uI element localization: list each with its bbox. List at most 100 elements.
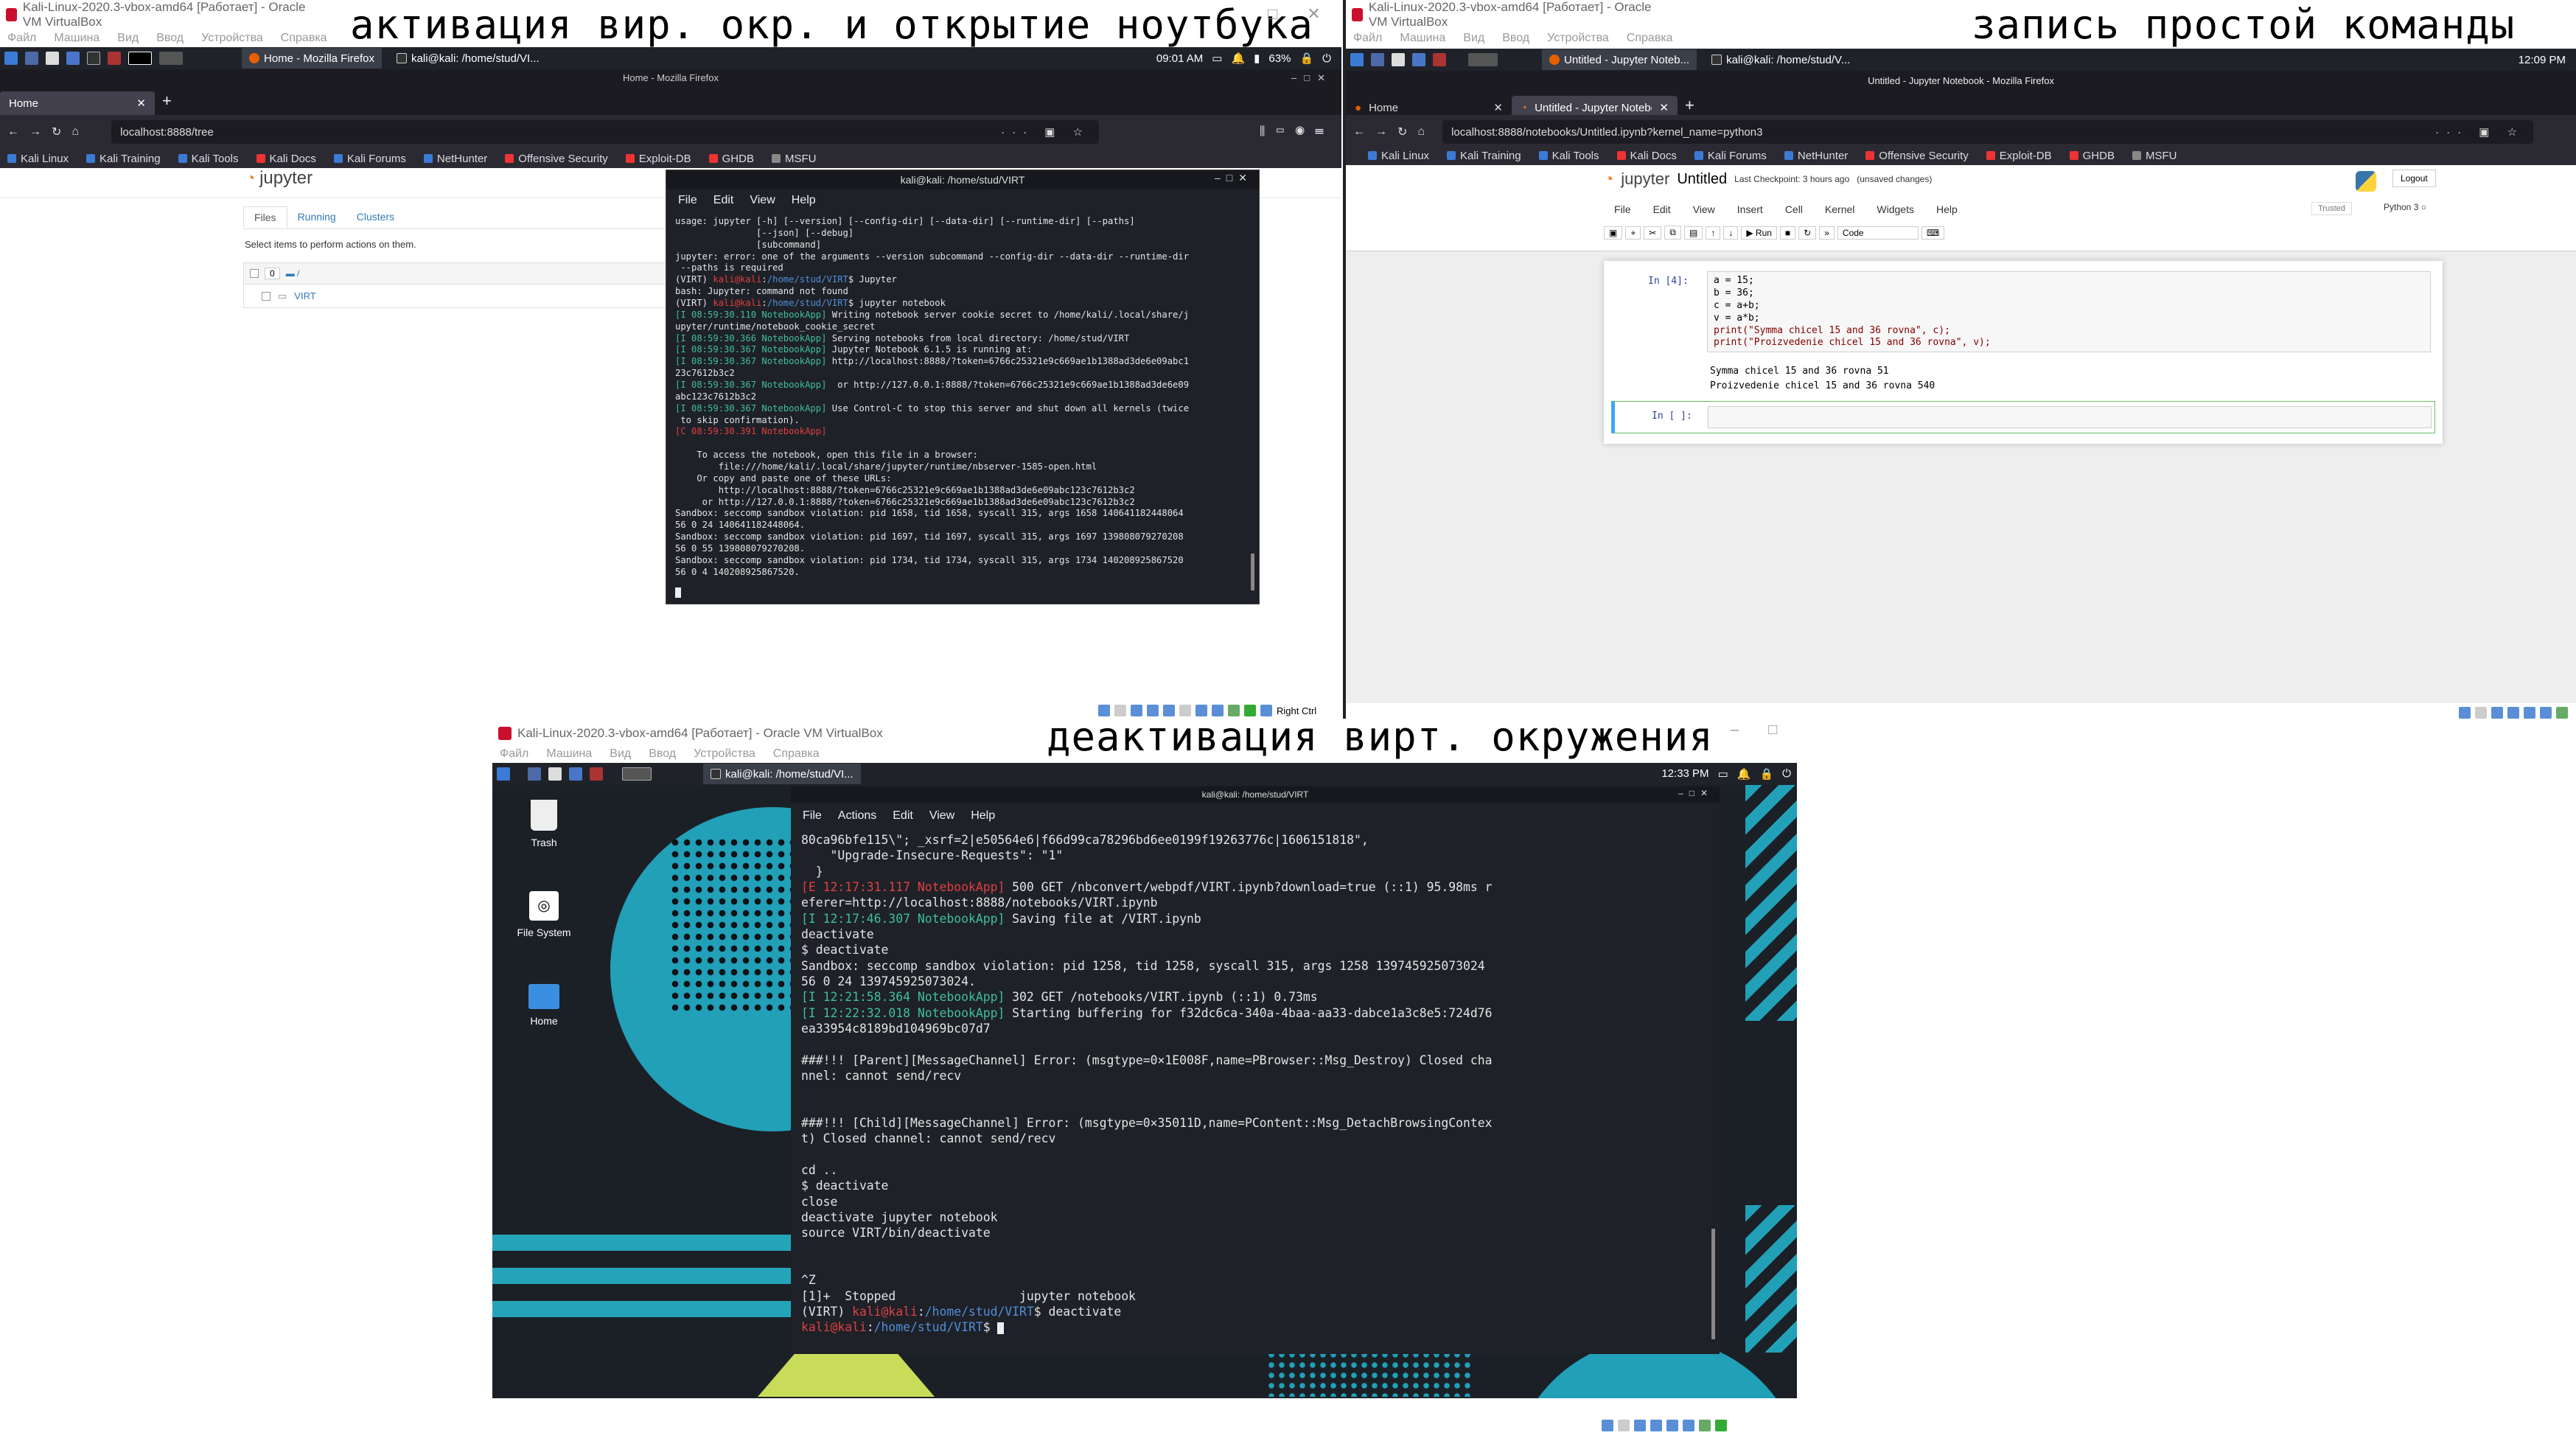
bookmark-kali-docs[interactable]: Kali Docs bbox=[256, 153, 316, 165]
notebook-title[interactable]: Untitled bbox=[1677, 171, 1727, 188]
power-icon[interactable]: ⏻ bbox=[1782, 767, 1791, 781]
bookmark-offensive-security[interactable]: Offensive Security bbox=[1865, 150, 1969, 162]
kali-menu-icon[interactable] bbox=[1350, 53, 1364, 66]
menu-help[interactable]: Справка bbox=[773, 747, 820, 761]
row-checkbox[interactable] bbox=[262, 291, 270, 301]
bookmark-exploit-db[interactable]: Exploit-DB bbox=[1986, 150, 2052, 162]
keyboard-icon[interactable] bbox=[1260, 705, 1272, 716]
url-actions[interactable]: ··· ▣ ☆ bbox=[1001, 125, 1090, 139]
optical-icon[interactable] bbox=[1114, 705, 1126, 716]
terminal-output[interactable]: 80ca96bfe115\"; _xsrf=2|e50564e6|f66d99c… bbox=[791, 829, 1720, 1339]
url-bar[interactable]: localhost:8888/tree ··· ▣ ☆ bbox=[111, 120, 1100, 144]
menu-view[interactable]: View bbox=[1693, 203, 1715, 215]
power-icon[interactable]: ⏻ bbox=[1322, 52, 1331, 65]
record-icon[interactable] bbox=[1212, 705, 1224, 716]
notification-icon[interactable]: 🔔 bbox=[1737, 767, 1751, 781]
window-controls[interactable]: –□✕ bbox=[1215, 172, 1253, 184]
menu-edit[interactable]: Edit bbox=[1653, 203, 1671, 215]
workspace-1[interactable] bbox=[1468, 53, 1498, 66]
clock[interactable]: 09:01 AM bbox=[1156, 52, 1203, 65]
move-up-icon[interactable]: ↑ bbox=[1706, 226, 1721, 240]
menu-devices[interactable]: Устройства bbox=[694, 747, 755, 761]
bookmark-ghdb[interactable]: GHDB bbox=[2069, 150, 2115, 162]
display-icon[interactable] bbox=[2540, 707, 2552, 719]
bookmark-kali-docs[interactable]: Kali Docs bbox=[1616, 150, 1677, 162]
cell-type-select[interactable]: Code bbox=[1837, 226, 1919, 240]
desktop-icon-filesystem[interactable]: ◎ File System bbox=[507, 891, 581, 938]
active-cell[interactable]: In [ ]: bbox=[1611, 401, 2435, 433]
usb-icon[interactable] bbox=[2524, 707, 2535, 719]
menu-help[interactable]: Help bbox=[971, 809, 995, 823]
trusted-indicator[interactable]: Trusted bbox=[2311, 202, 2352, 215]
kernel-indicator[interactable]: Python 3 ○ bbox=[2384, 202, 2426, 212]
network-icon[interactable] bbox=[2507, 707, 2519, 719]
files-icon[interactable] bbox=[46, 52, 59, 65]
bookmark-offensive-security[interactable]: Offensive Security bbox=[505, 153, 608, 165]
audio-icon[interactable] bbox=[1634, 1420, 1646, 1431]
hdd-icon[interactable] bbox=[2459, 707, 2471, 719]
menu-file[interactable]: Файл bbox=[7, 32, 36, 45]
reload-icon[interactable]: ↻ bbox=[1397, 125, 1407, 139]
paste-icon[interactable]: ▤ bbox=[1684, 226, 1703, 240]
lock-icon[interactable]: 🔒 bbox=[1759, 767, 1773, 781]
optical-icon[interactable] bbox=[1618, 1420, 1630, 1431]
lock-icon[interactable]: 🔒 bbox=[1299, 52, 1313, 65]
selected-count[interactable]: 0 bbox=[265, 268, 280, 279]
bookmark-kali-forums[interactable]: Kali Forums bbox=[333, 153, 406, 165]
terminal-output[interactable]: usage: jupyter [-h] [--version] [--confi… bbox=[666, 212, 1259, 583]
menu-view[interactable]: Вид bbox=[610, 747, 631, 761]
task-firefox[interactable]: Home - Mozilla Firefox bbox=[242, 48, 383, 69]
menu-machine[interactable]: Машина bbox=[1400, 32, 1445, 45]
jupyter-logo-icon[interactable]: ◔ bbox=[1604, 170, 1613, 189]
menu-help[interactable]: Help bbox=[1936, 203, 1958, 215]
home-icon[interactable]: ⌂ bbox=[71, 125, 79, 139]
mouse-icon[interactable] bbox=[1244, 705, 1256, 716]
menu-input[interactable]: Ввод bbox=[1502, 32, 1529, 45]
browser-icon[interactable] bbox=[66, 52, 80, 65]
cpu-icon[interactable] bbox=[1699, 1420, 1711, 1431]
save-icon[interactable]: ▣ bbox=[1604, 226, 1623, 240]
menu-devices[interactable]: Устройства bbox=[201, 32, 263, 45]
workspace-icon[interactable] bbox=[528, 767, 541, 781]
menu-devices[interactable]: Устройства bbox=[1547, 32, 1609, 45]
menu-view[interactable]: Вид bbox=[1463, 32, 1484, 45]
menu-view[interactable]: Вид bbox=[117, 32, 139, 45]
display-icon[interactable] bbox=[1195, 705, 1207, 716]
clock[interactable]: 12:33 PM bbox=[1661, 767, 1708, 781]
network-icon[interactable] bbox=[1650, 1420, 1662, 1431]
folder-link[interactable]: VIRT bbox=[294, 290, 315, 301]
cpu-icon[interactable] bbox=[2556, 707, 2568, 719]
kali-menu-icon[interactable] bbox=[497, 767, 510, 781]
task-terminal[interactable]: kali@kali: /home/stud/V... bbox=[1704, 49, 1857, 70]
audio-icon[interactable] bbox=[1131, 705, 1142, 716]
close-tab-icon[interactable]: ✕ bbox=[1659, 101, 1669, 114]
restart-icon[interactable]: ↻ bbox=[1798, 226, 1817, 240]
menu-view[interactable]: View bbox=[750, 194, 775, 207]
menu-insert[interactable]: Insert bbox=[1737, 203, 1763, 215]
workspace-1[interactable] bbox=[128, 52, 152, 65]
menu-input[interactable]: Ввод bbox=[156, 32, 184, 45]
menu-help[interactable]: Справка bbox=[281, 32, 327, 45]
desktop-icon-home[interactable]: Home bbox=[514, 984, 573, 1027]
cut-icon[interactable]: ✂ bbox=[1644, 226, 1662, 240]
display-icon[interactable]: ▭ bbox=[1212, 52, 1222, 65]
logout-button[interactable]: Logout bbox=[2392, 170, 2436, 187]
menu-machine[interactable]: Машина bbox=[546, 747, 592, 761]
select-all-checkbox[interactable] bbox=[250, 269, 259, 278]
display-icon[interactable]: ▭ bbox=[1718, 767, 1728, 781]
minimize-button[interactable]: – bbox=[1731, 722, 1739, 739]
bookmark-nethunter[interactable]: NetHunter bbox=[423, 153, 487, 165]
task-terminal[interactable]: kali@kali: /home/stud/VI... bbox=[703, 764, 861, 784]
url-actions[interactable]: ··· ▣ ☆ bbox=[2435, 125, 2524, 139]
copy-icon[interactable]: ⧉ bbox=[1664, 226, 1681, 240]
file-row[interactable]: ▭ VIRT bbox=[243, 285, 671, 308]
tab-running[interactable]: Running bbox=[287, 206, 346, 228]
workspace-icon[interactable] bbox=[25, 52, 38, 65]
folder-icon[interactable]: ▬ / bbox=[286, 268, 300, 279]
reload-icon[interactable]: ↻ bbox=[52, 125, 61, 139]
shared-icon[interactable] bbox=[1179, 705, 1191, 716]
back-icon[interactable]: ← bbox=[7, 125, 19, 139]
menu-file[interactable]: File bbox=[803, 809, 822, 823]
back-icon[interactable]: ← bbox=[1353, 125, 1365, 139]
clock[interactable]: 12:09 PM bbox=[2519, 54, 2576, 66]
